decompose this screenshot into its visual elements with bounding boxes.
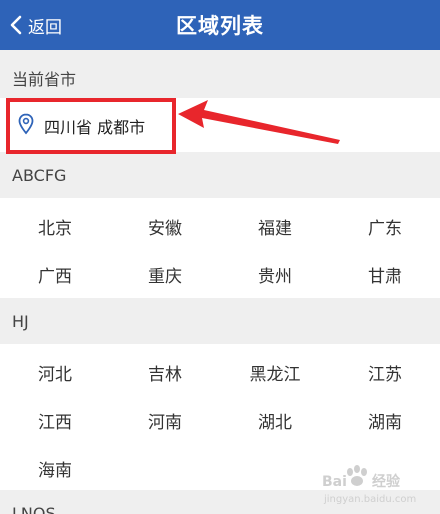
city-item[interactable]: 甘肃 xyxy=(330,262,440,287)
city-item[interactable]: 广西 xyxy=(0,262,110,287)
city-item[interactable]: 湖南 xyxy=(330,408,440,433)
city-item[interactable]: 黑龙江 xyxy=(220,360,330,385)
svg-text:经验: 经验 xyxy=(372,473,401,490)
top-bar: 返回 区域列表 xyxy=(0,0,440,50)
city-item[interactable]: 江苏 xyxy=(330,360,440,385)
city-item[interactable]: 贵州 xyxy=(220,262,330,287)
city-item[interactable]: 福建 xyxy=(220,214,330,239)
current-location-button[interactable]: 四川省 成都市 xyxy=(6,98,176,154)
city-item[interactable]: 重庆 xyxy=(110,262,220,287)
page-title: 区域列表 xyxy=(176,14,264,38)
svg-text:jingyan.baidu.com: jingyan.baidu.com xyxy=(323,494,416,505)
city-item[interactable]: 湖北 xyxy=(220,408,330,433)
city-item[interactable]: 江西 xyxy=(0,408,110,433)
city-item[interactable]: 北京 xyxy=(0,214,110,239)
group-label-abcfg: ABCFG xyxy=(12,166,67,185)
group-panel-abcfg: 北京 安徽 福建 广东 广西 重庆 贵州 甘肃 xyxy=(0,198,440,298)
city-item[interactable]: 广东 xyxy=(330,214,440,239)
group-label-lnqs: LNQS xyxy=(12,504,56,514)
city-item[interactable]: 河南 xyxy=(110,408,220,433)
city-item[interactable]: 河北 xyxy=(0,360,110,385)
location-pin-icon xyxy=(18,113,34,139)
city-item[interactable]: 吉林 xyxy=(110,360,220,385)
baidu-watermark: Bai 经验 jingyan.baidu.com xyxy=(320,462,432,506)
city-item[interactable]: 海南 xyxy=(0,456,110,481)
city-item[interactable]: 安徽 xyxy=(110,214,220,239)
svg-text:Bai: Bai xyxy=(322,474,347,490)
current-location-text: 四川省 成都市 xyxy=(44,118,146,137)
current-section-label: 当前省市 xyxy=(12,70,77,89)
annotation-arrow-icon xyxy=(170,96,350,150)
group-label-hj: HJ xyxy=(12,312,29,331)
